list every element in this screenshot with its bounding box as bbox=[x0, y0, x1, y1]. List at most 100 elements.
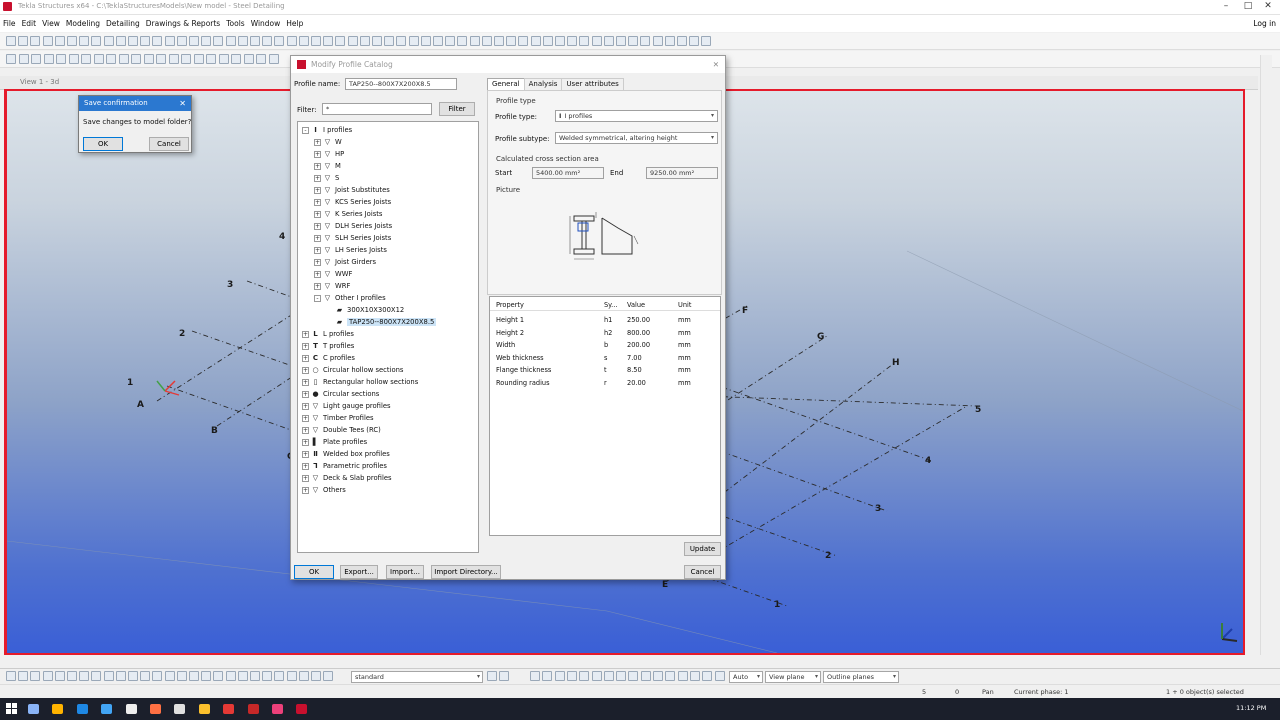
bottom-toolbar-button-icon[interactable] bbox=[542, 671, 553, 681]
bottom-toolbar-button-icon[interactable] bbox=[311, 671, 321, 681]
bottom-toolbar-button-icon[interactable] bbox=[6, 671, 16, 681]
toolbar-button-icon[interactable] bbox=[616, 36, 626, 46]
property-row[interactable]: Web thickness s 7.00 mm bbox=[490, 352, 720, 364]
expand-toggle-icon[interactable]: + bbox=[302, 402, 309, 410]
bottom-toolbar-button-icon[interactable] bbox=[250, 671, 260, 681]
bottom-toolbar-button-icon[interactable] bbox=[54, 671, 65, 681]
toolbar-button-icon[interactable] bbox=[372, 36, 382, 46]
taskbar-app-icon[interactable] bbox=[247, 704, 259, 714]
profile-subtype-select[interactable]: Welded symmetrical, altering height bbox=[555, 132, 718, 144]
update-button[interactable]: Update bbox=[684, 542, 721, 556]
toolbar-button-icon[interactable] bbox=[420, 36, 431, 46]
tree-node[interactable]: + ▽ Double Tees (RC) bbox=[302, 424, 381, 436]
expand-toggle-icon[interactable]: + bbox=[314, 210, 321, 218]
tree-node[interactable]: + L L profiles bbox=[302, 328, 354, 340]
expand-toggle-icon[interactable]: + bbox=[302, 354, 309, 362]
property-row[interactable]: Height 1 h1 250.00 mm bbox=[490, 314, 720, 326]
outline-select[interactable]: Outline planes bbox=[823, 671, 899, 683]
bottom-toolbar-button-icon[interactable] bbox=[274, 671, 285, 681]
bottom-toolbar-button-icon[interactable] bbox=[225, 671, 236, 681]
taskbar-app-icon[interactable] bbox=[101, 704, 113, 714]
tree-node[interactable]: -I I profiles bbox=[302, 124, 352, 136]
toolbar-button-icon[interactable] bbox=[43, 54, 54, 64]
tree-node[interactable]: + ▽ Timber Profiles bbox=[302, 412, 374, 424]
bottom-toolbar-button-icon[interactable] bbox=[237, 671, 248, 681]
bottom-toolbar-button-icon[interactable] bbox=[189, 671, 199, 681]
bottom-toolbar-button-icon[interactable] bbox=[702, 671, 713, 681]
expand-toggle-icon[interactable]: - bbox=[314, 294, 321, 302]
toolbar-button-icon[interactable] bbox=[701, 36, 712, 46]
bottom-toolbar-button-icon[interactable] bbox=[164, 671, 175, 681]
toolbar-button-icon[interactable] bbox=[677, 36, 687, 46]
taskbar-app-icon[interactable] bbox=[28, 704, 39, 714]
toolbar-button-icon[interactable] bbox=[189, 36, 199, 46]
tree-node[interactable]: + ▽ W bbox=[314, 136, 342, 148]
toolbar-button-icon[interactable] bbox=[193, 54, 204, 64]
toolbar-button-icon[interactable] bbox=[181, 54, 191, 64]
toolbar-button-icon[interactable] bbox=[168, 54, 179, 64]
filter-button[interactable]: Filter bbox=[439, 102, 475, 116]
bottom-toolbar-button-icon[interactable] bbox=[298, 671, 309, 681]
toolbar-button-icon[interactable] bbox=[384, 36, 395, 46]
bottom-toolbar-button-icon[interactable] bbox=[201, 671, 212, 681]
taskbar-app-icon[interactable] bbox=[272, 704, 283, 714]
bottom-toolbar-button-icon[interactable] bbox=[176, 671, 187, 681]
close-window-button[interactable]: ✕ bbox=[1258, 0, 1278, 14]
bottom-toolbar-button-icon[interactable] bbox=[616, 671, 627, 681]
menu-window[interactable]: Window bbox=[248, 15, 284, 32]
toolbar-button-icon[interactable] bbox=[140, 36, 151, 46]
right-side-panel[interactable] bbox=[1260, 55, 1272, 655]
view-tab-title[interactable]: View 1 - 3d bbox=[20, 78, 59, 86]
tree-node[interactable]: + ▽ Joist Girders bbox=[314, 256, 376, 268]
property-row[interactable]: Rounding radius r 20.00 mm bbox=[490, 377, 720, 389]
toolbar-button-icon[interactable] bbox=[31, 54, 41, 64]
toolbar-button-icon[interactable] bbox=[56, 54, 66, 64]
toolbar-button-icon[interactable] bbox=[67, 36, 77, 46]
toolbar-button-icon[interactable] bbox=[481, 36, 492, 46]
expand-toggle-icon[interactable]: + bbox=[302, 378, 309, 386]
bottom-toolbar-button-icon[interactable] bbox=[591, 671, 602, 681]
expand-toggle-icon[interactable]: + bbox=[314, 174, 321, 182]
toolbar-button-icon[interactable] bbox=[176, 36, 187, 46]
tab-analysis[interactable]: Analysis bbox=[523, 78, 563, 90]
save-cancel-button[interactable]: Cancel bbox=[149, 137, 189, 151]
toolbar-button-icon[interactable] bbox=[6, 54, 16, 64]
toolbar-button-icon[interactable] bbox=[106, 54, 116, 64]
tree-node[interactable]: + ▽ KCS Series Joists bbox=[314, 196, 391, 208]
bottom-toolbar-button-icon[interactable] bbox=[18, 671, 29, 681]
expand-toggle-icon[interactable]: + bbox=[314, 138, 321, 146]
toolbar-button-icon[interactable] bbox=[664, 36, 675, 46]
toolbar-button-icon[interactable] bbox=[506, 36, 517, 46]
toolbar-button-icon[interactable] bbox=[143, 54, 154, 64]
toolbar-button-icon[interactable] bbox=[79, 36, 90, 46]
tree-node[interactable]: ▰ TAP250--800X7X200X8.5 bbox=[326, 316, 437, 328]
toolbar-button-icon[interactable] bbox=[323, 36, 334, 46]
tree-node[interactable]: + ▽ Light gauge profiles bbox=[302, 400, 391, 412]
bottom-toolbar-button-icon[interactable] bbox=[30, 671, 41, 681]
bottom-toolbar-button-icon[interactable] bbox=[91, 671, 102, 681]
bottom-toolbar-button-icon[interactable] bbox=[213, 671, 224, 681]
toolbar-button-icon[interactable] bbox=[131, 54, 141, 64]
import-directory-button[interactable]: Import Directory... bbox=[431, 565, 501, 579]
tree-node[interactable]: + ▽ DLH Series Joists bbox=[314, 220, 392, 232]
taskbar-app-icon[interactable] bbox=[125, 704, 137, 714]
menu-view[interactable]: View bbox=[39, 15, 63, 32]
tab-general[interactable]: General bbox=[487, 78, 525, 90]
toolbar-button-icon[interactable] bbox=[603, 36, 614, 46]
bottom-toolbar-button-icon[interactable] bbox=[530, 671, 540, 681]
bottom-toolbar-button-icon[interactable] bbox=[653, 671, 663, 681]
tree-node[interactable]: + ▽ WRF bbox=[314, 280, 350, 292]
profile-name-input[interactable]: TAP250--800X7X200X8.5 bbox=[345, 78, 457, 90]
toolbar-button-icon[interactable] bbox=[408, 36, 419, 46]
tree-node[interactable]: + ▽ Deck & Slab profiles bbox=[302, 472, 392, 484]
toolbar-button-icon[interactable] bbox=[6, 36, 16, 46]
expand-toggle-icon[interactable]: + bbox=[314, 234, 321, 242]
toolbar-button-icon[interactable] bbox=[256, 54, 266, 64]
expand-toggle-icon[interactable]: - bbox=[302, 126, 309, 134]
bottom-toolbar-button-icon[interactable] bbox=[689, 671, 700, 681]
toolbar-button-icon[interactable] bbox=[91, 36, 102, 46]
toolbar-button-icon[interactable] bbox=[201, 36, 212, 46]
selection-filter-select[interactable]: standard bbox=[351, 671, 483, 683]
property-row[interactable]: Height 2 h2 800.00 mm bbox=[490, 327, 720, 339]
taskbar-app-icon[interactable] bbox=[198, 704, 210, 714]
